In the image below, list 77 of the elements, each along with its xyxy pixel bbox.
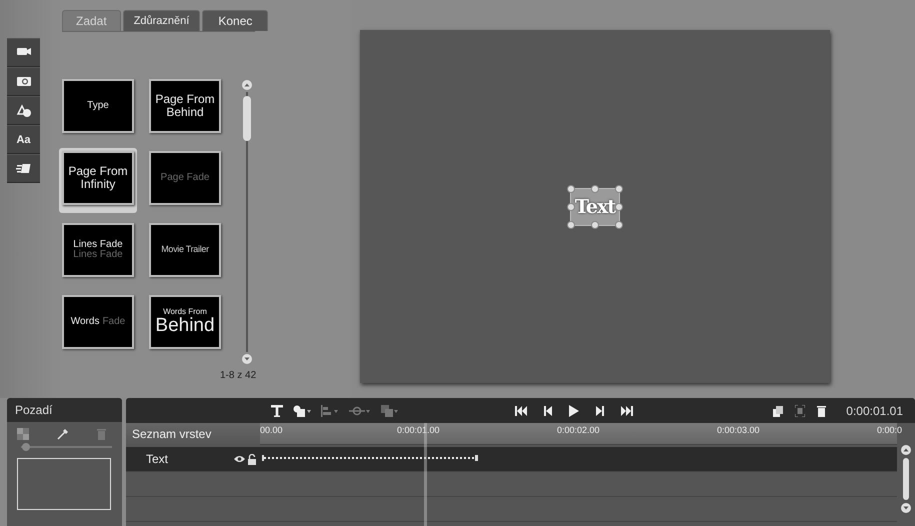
resize-handle[interactable] (591, 220, 599, 228)
layer-row[interactable]: Text (126, 447, 260, 472)
trash-icon[interactable] (817, 404, 826, 416)
text-tool-button[interactable]: Aa (7, 125, 40, 154)
layer-name: Text (146, 452, 170, 466)
resize-handle[interactable] (591, 184, 599, 192)
preset-thumbnail[interactable]: Page From Behind (149, 79, 221, 133)
resize-handle[interactable] (567, 220, 575, 228)
shapes-dropdown-icon[interactable] (293, 404, 311, 416)
preset-thumbnail[interactable]: Page From Infinity (62, 151, 134, 205)
ruler-label: 0:00:02.00 (557, 425, 600, 435)
text-tool-icon[interactable] (271, 404, 283, 416)
checkerboard-icon[interactable] (17, 428, 29, 440)
preset-thumbnail[interactable]: Movie Trailer (149, 223, 221, 277)
scrollbar-thumb[interactable] (243, 96, 251, 141)
fit-frame-icon[interactable] (795, 404, 806, 416)
preset-thumbnail[interactable]: Words Fade (62, 295, 134, 349)
ruler-label: 0:00:0 (877, 425, 902, 435)
current-time: 0:00:01.01 (846, 404, 903, 418)
video-tool-button[interactable] (7, 38, 40, 67)
preset-label: Behind (166, 106, 204, 119)
preset-label: Movie Trailer (161, 245, 209, 255)
scrollbar-thumb[interactable] (903, 458, 909, 500)
motion-icon (16, 161, 32, 176)
tab[interactable]: Zdůraznění (122, 10, 200, 31)
shapes-icon (16, 103, 32, 118)
step-forward-icon[interactable] (596, 406, 604, 416)
preset-label: Lines Fade (73, 250, 123, 260)
resize-handle[interactable] (567, 202, 575, 210)
preset-label: Words From (163, 308, 207, 316)
clip-bar[interactable] (262, 455, 478, 461)
ruler-label: 00.00 (260, 425, 283, 435)
preset-thumbnail[interactable]: Type (62, 79, 134, 133)
preset-label: Page From (155, 93, 215, 106)
resize-handle[interactable] (615, 184, 623, 192)
page-count: 1-8 z 42 (220, 370, 256, 381)
preset-label: Fade (102, 316, 126, 328)
step-back-icon[interactable] (544, 406, 552, 416)
scroll-down-icon[interactable] (242, 354, 252, 364)
slider-thumb[interactable] (22, 443, 30, 451)
resize-handle[interactable] (615, 220, 623, 228)
preset-label: Behind (155, 316, 215, 336)
photo-tool-button[interactable] (7, 67, 40, 96)
resize-handle[interactable] (615, 202, 623, 210)
distribute-dropdown-icon[interactable] (349, 404, 371, 416)
shapes-tool-button[interactable] (7, 96, 40, 125)
arrange-dropdown-icon[interactable] (381, 404, 399, 416)
scroll-up-icon[interactable] (242, 80, 252, 90)
preset-thumbnail[interactable]: Page Fade (149, 151, 221, 205)
lock-open-icon[interactable] (248, 454, 256, 464)
text-object-label: Text (574, 196, 616, 218)
preset-label: Page From (68, 165, 128, 178)
ruler-label: 0:00:03.00 (717, 425, 760, 435)
eye-icon[interactable] (234, 455, 245, 463)
play-icon[interactable] (569, 404, 579, 416)
preset-thumbnail[interactable]: Words From Behind (149, 295, 221, 349)
motion-tool-button[interactable] (7, 154, 40, 183)
copy-icon[interactable] (773, 404, 784, 416)
eyedropper-icon[interactable] (57, 428, 69, 440)
align-dropdown-icon[interactable] (321, 404, 339, 416)
scroll-down-icon[interactable] (901, 503, 911, 513)
preset-label: Infinity (80, 178, 116, 191)
scroll-up-icon[interactable] (901, 445, 911, 455)
panel-title: Pozadí (7, 398, 122, 422)
preset-label: Words (70, 316, 100, 328)
preset-label: Lines Fade (73, 240, 123, 250)
tab[interactable]: Konec (202, 10, 268, 31)
preset-thumbnail[interactable]: Lines Fade Lines Fade (62, 223, 134, 277)
ruler-label: 0:00:01.00 (397, 425, 440, 435)
resize-handle[interactable] (567, 184, 575, 192)
skip-to-end-icon[interactable] (621, 406, 633, 416)
scrollbar[interactable] (246, 92, 248, 352)
background-swatch[interactable] (17, 458, 111, 510)
skip-to-start-icon[interactable] (515, 406, 527, 416)
preset-label: Page Fade (160, 172, 210, 184)
camera-icon (16, 74, 32, 89)
preset-label: Type (87, 100, 109, 112)
